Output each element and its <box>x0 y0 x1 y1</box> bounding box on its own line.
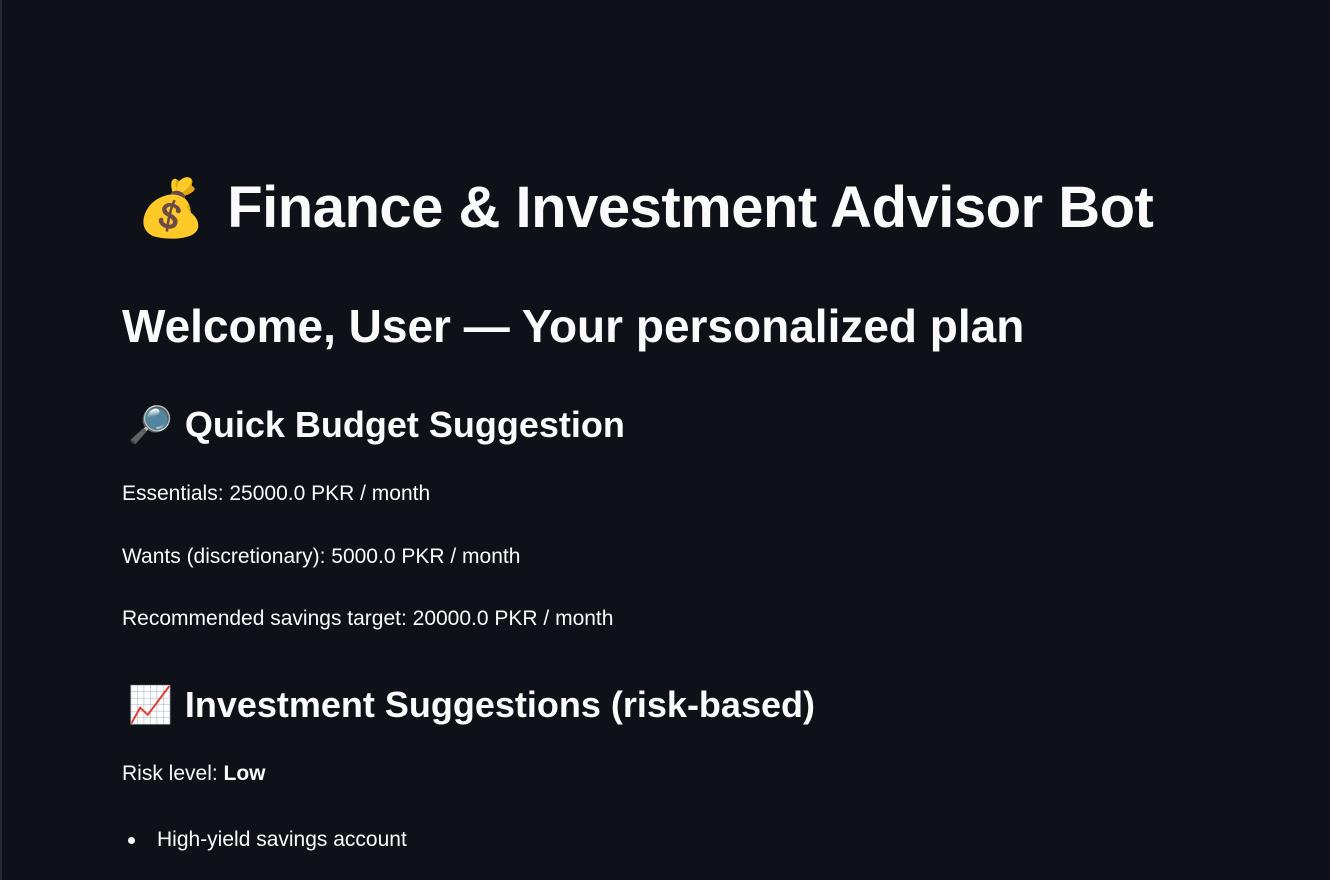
savings-target-text: Recommended savings target: 20000.0 PKR … <box>122 607 614 630</box>
risk-level-text: Risk level: Low <box>122 760 266 788</box>
risk-level-value: Low <box>223 762 266 785</box>
page-title-text: Finance & Investment Advisor Bot <box>227 175 1154 240</box>
chart-increasing-icon: 📈 <box>128 684 173 725</box>
investment-suggestion-list: High-yield savings account <box>122 826 407 854</box>
budget-section-title-text: Quick Budget Suggestion <box>184 404 625 445</box>
budget-section-title: 🔎 Quick Budget Suggestion <box>128 401 625 449</box>
main-content: 💰 Finance & Investment Advisor Bot Welcom… <box>122 0 1222 880</box>
investment-section-title: 📈 Investment Suggestions (risk-based) <box>128 681 815 729</box>
sidebar-edge <box>0 0 2 880</box>
page-title: 💰 Finance & Investment Advisor Bot <box>136 168 1154 248</box>
investment-section-title-text: Investment Suggestions (risk-based) <box>184 684 815 725</box>
wants-text: Wants (discretionary): 5000.0 PKR / mont… <box>122 545 521 568</box>
essentials-text: Essentials: 25000.0 PKR / month <box>122 482 431 505</box>
suggestion-text: High-yield savings account <box>157 828 407 851</box>
list-item: High-yield savings account <box>122 826 407 854</box>
welcome-heading: Welcome, User — Your personalized plan <box>122 300 1025 352</box>
risk-level-label: Risk level: <box>122 762 224 785</box>
bullet-icon <box>128 837 135 844</box>
magnifying-glass-icon: 🔎 <box>128 404 173 445</box>
money-bag-icon: 💰 <box>136 176 206 239</box>
